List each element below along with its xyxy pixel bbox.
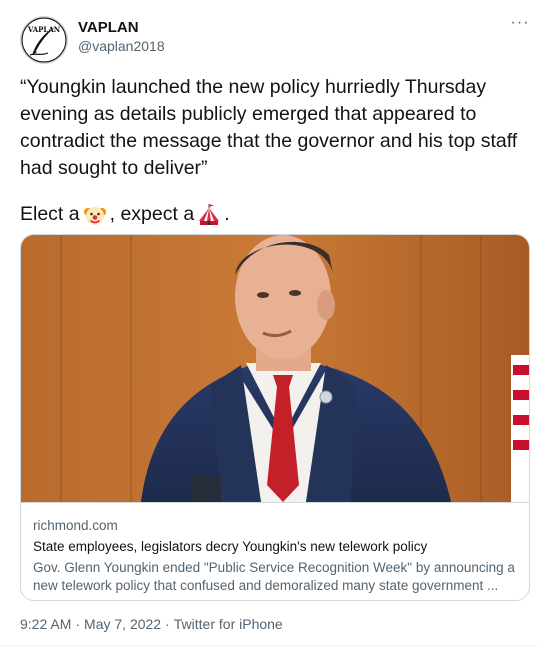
meta-separator: · (165, 616, 170, 632)
card-image[interactable] (21, 235, 529, 502)
author-handle[interactable]: @vaplan2018 (78, 38, 165, 54)
circus-tent-emoji-icon (197, 203, 221, 227)
vaplan-quill-logo-icon: VAPLAN (21, 17, 67, 63)
clown-face-emoji-icon (83, 203, 107, 227)
author-name[interactable]: VAPLAN (78, 19, 139, 36)
tweet-meta: 9:22 AM · May 7, 2022 · Twitter for iPho… (20, 616, 283, 632)
card-description: Gov. Glenn Youngkin ended "Public Servic… (33, 560, 515, 593)
link-card[interactable]: richmond.com State employees, legislator… (20, 234, 530, 601)
tweet-time[interactable]: 9:22 AM (20, 616, 71, 632)
tweet-text-part3: . (224, 203, 230, 225)
tweet: VAPLAN VAPLAN @vaplan2018 ··· “Youngkin … (0, 0, 538, 648)
tweet-text: “Youngkin launched the new policy hurrie… (20, 76, 518, 179)
avatar-logo-text: VAPLAN (27, 25, 61, 34)
photo-man-at-podium-icon (21, 235, 529, 502)
divider (0, 645, 538, 646)
tweet-source[interactable]: Twitter for iPhone (174, 616, 283, 632)
tweet-text-part1: Elect a (20, 203, 80, 225)
more-options-button[interactable]: ··· (508, 15, 532, 36)
card-domain: richmond.com (33, 518, 118, 533)
tweet-date[interactable]: May 7, 2022 (84, 616, 161, 632)
avatar[interactable]: VAPLAN (20, 16, 68, 64)
meta-separator: · (75, 616, 81, 632)
tweet-text-part2: , expect a (109, 203, 195, 225)
tweet-text-line2: Elect a , expect a . (20, 201, 230, 228)
card-body[interactable]: richmond.com State employees, legislator… (21, 502, 529, 600)
card-title: State employees, legislators decry Young… (33, 539, 428, 554)
